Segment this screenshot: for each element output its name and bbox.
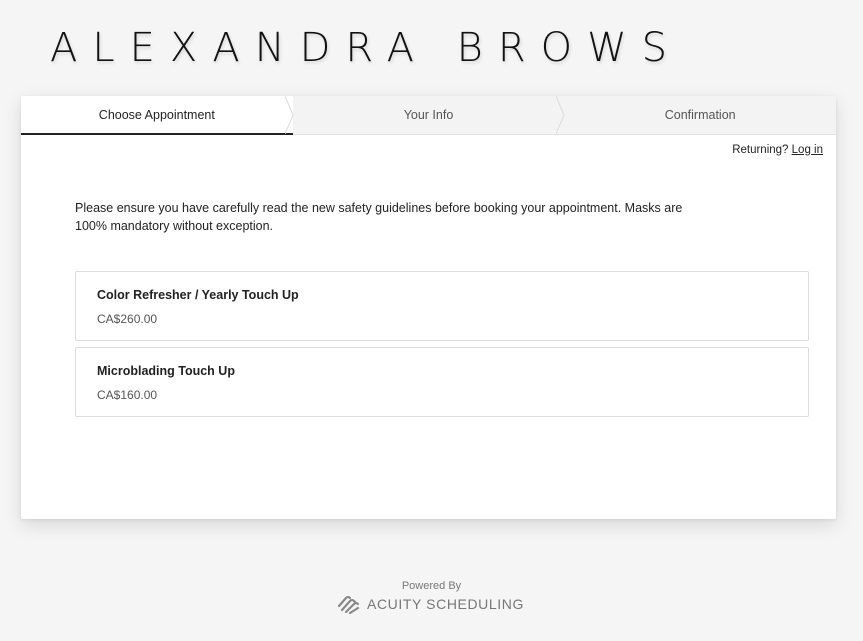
service-price: CA$260.00 <box>97 312 158 326</box>
step-label: Choose Appointment <box>98 108 215 122</box>
chevron-separator-icon <box>284 96 294 134</box>
chevron-separator-icon <box>556 96 565 134</box>
acuity-scheduling-text: ACUITY SCHEDULING <box>367 596 524 612</box>
acuity-logo-icon <box>337 595 360 614</box>
step-confirmation[interactable]: Confirmation <box>564 96 836 134</box>
service-name: Microblading Touch Up <box>97 364 235 378</box>
login-link[interactable]: Log in <box>792 144 823 156</box>
service-option[interactable]: Color Refresher / Yearly Touch Up CA$260… <box>75 271 809 341</box>
step-tabs: Choose Appointment Your Info Confirmatio… <box>21 96 836 135</box>
safety-notice: Please ensure you have carefully read th… <box>75 201 683 233</box>
step-choose-appointment[interactable]: Choose Appointment <box>21 96 294 135</box>
service-price: CA$160.00 <box>97 388 158 402</box>
step-your-info[interactable]: Your Info <box>293 96 565 134</box>
step-label: Your Info <box>403 108 454 122</box>
powered-by-label: Powered By <box>401 580 462 592</box>
service-name: Color Refresher / Yearly Touch Up <box>97 288 299 302</box>
step-label: Confirmation <box>664 108 736 122</box>
acuity-scheduling-link[interactable]: ACUITY SCHEDULING <box>337 594 524 614</box>
brand-title: ALEXANDRA BROWS <box>50 25 683 71</box>
booking-card: Choose Appointment Your Info Confirmatio… <box>21 96 836 519</box>
returning-login: Returning? Log in <box>732 144 823 156</box>
returning-text: Returning? <box>732 144 789 156</box>
service-option[interactable]: Microblading Touch Up CA$160.00 <box>75 347 809 417</box>
